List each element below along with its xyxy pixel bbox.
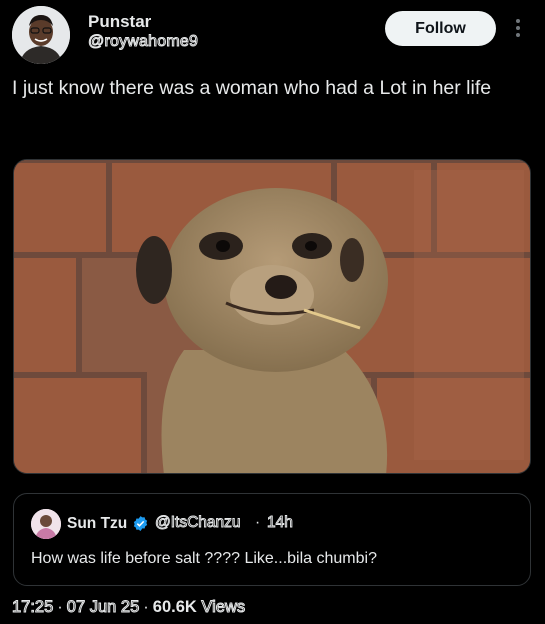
author-name[interactable]: Punstar xyxy=(88,12,151,32)
views-label: Views xyxy=(201,598,246,617)
more-dot xyxy=(516,26,520,30)
more-vertical-icon[interactable] xyxy=(510,16,526,40)
quote-author-handle[interactable]: @ItsChanzu xyxy=(155,514,241,532)
quote-timestamp[interactable]: 14h xyxy=(267,514,294,532)
quote-text: How was life before salt ???? Like...bil… xyxy=(31,550,377,567)
post-header: Punstar @roywahome9 Follow xyxy=(0,0,545,70)
views-count[interactable]: 60.6K xyxy=(153,598,197,616)
more-dot xyxy=(516,33,520,37)
meta-separator: · xyxy=(57,598,63,616)
verified-badge-icon xyxy=(133,516,148,531)
post-metadata: 17:25 · 07 Jun 25 · 60.6K Views xyxy=(11,598,246,617)
author-handle[interactable]: @roywahome9 xyxy=(87,33,198,51)
more-dot xyxy=(516,19,520,23)
post-text: I just know there was a woman who had a … xyxy=(12,77,492,99)
quote-author-avatar[interactable] xyxy=(31,509,61,539)
meta-separator: · xyxy=(143,598,149,616)
author-avatar[interactable] xyxy=(12,6,70,64)
post-image[interactable] xyxy=(13,159,531,474)
follow-button[interactable]: Follow xyxy=(385,11,496,46)
post-date[interactable]: 07 Jun 25 xyxy=(66,598,139,617)
quote-author-name[interactable]: Sun Tzu xyxy=(67,515,127,533)
quoted-post[interactable]: Sun Tzu @ItsChanzu · 14h How was life be… xyxy=(13,493,531,586)
post-time[interactable]: 17:25 xyxy=(11,598,53,617)
quote-separator: · xyxy=(255,514,261,531)
